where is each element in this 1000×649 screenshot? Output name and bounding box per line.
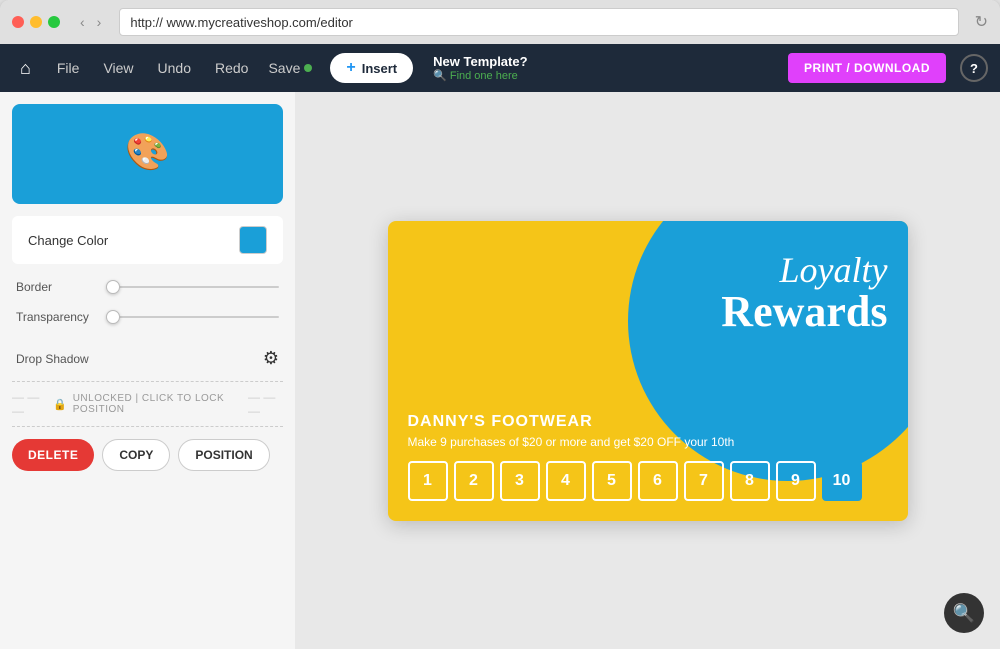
delete-button[interactable]: DELETE — [12, 439, 94, 471]
position-button[interactable]: POSITION — [178, 439, 269, 471]
traffic-lights — [12, 16, 60, 28]
transparency-label: Transparency — [16, 310, 96, 324]
browser-chrome: ‹ › http:// www.mycreativeshop.com/edito… — [0, 0, 1000, 649]
stamp-box-4: 4 — [546, 461, 586, 501]
stamp-box-10: 10 — [822, 461, 862, 501]
color-section-header: 🎨 — [12, 104, 283, 204]
transparency-slider-row: Transparency — [16, 310, 279, 324]
home-button[interactable]: ⌂ — [12, 54, 39, 83]
stamp-box-9: 9 — [776, 461, 816, 501]
insert-label: Insert — [362, 61, 397, 76]
back-button[interactable]: ‹ — [76, 12, 89, 32]
lock-dash-left: — — — — [12, 390, 47, 418]
insert-plus-icon: + — [346, 59, 355, 77]
browser-titlebar: ‹ › http:// www.mycreativeshop.com/edito… — [0, 0, 1000, 44]
lock-row[interactable]: — — — 🔒 UNLOCKED | CLICK TO LOCK POSITIO… — [12, 381, 283, 427]
new-template-section: New Template? 🔍 Find one here — [433, 54, 527, 82]
drop-shadow-label: Drop Shadow — [16, 352, 89, 366]
business-name: DANNY'S FOOTWEAR — [408, 413, 888, 431]
nav-arrows: ‹ › — [76, 12, 105, 32]
stamp-box-8: 8 — [730, 461, 770, 501]
zoom-button[interactable]: 🔍 — [944, 593, 984, 633]
minimize-button[interactable] — [30, 16, 42, 28]
sliders-section: Border Transparency — [0, 276, 295, 344]
reload-button[interactable]: ↻ — [975, 12, 988, 32]
drop-shadow-row: Drop Shadow ⚙ — [0, 344, 295, 381]
stamp-box-5: 5 — [592, 461, 632, 501]
search-icon: 🔍 — [433, 69, 447, 82]
save-button[interactable]: Save — [262, 56, 318, 80]
card-title-overlay: Loyalty Rewards — [721, 251, 887, 335]
insert-button[interactable]: + Insert — [330, 53, 413, 83]
find-template-link[interactable]: 🔍 Find one here — [433, 69, 527, 82]
border-slider-thumb[interactable] — [106, 280, 120, 294]
card-bottom: DANNY'S FOOTWEAR Make 9 purchases of $20… — [408, 413, 888, 501]
stamp-box-6: 6 — [638, 461, 678, 501]
border-label: Border — [16, 280, 96, 294]
lock-icon: 🔒 — [53, 398, 67, 411]
address-bar[interactable]: http:// www.mycreativeshop.com/editor — [119, 8, 958, 36]
maximize-button[interactable] — [48, 16, 60, 28]
transparency-slider-thumb[interactable] — [106, 310, 120, 324]
find-template-label: Find one here — [450, 70, 518, 82]
stamp-box-2: 2 — [454, 461, 494, 501]
save-label: Save — [268, 60, 300, 76]
lock-text: UNLOCKED | CLICK TO LOCK POSITION — [73, 393, 242, 415]
change-color-row: Change Color — [12, 216, 283, 264]
action-buttons: DELETE COPY POSITION — [0, 439, 295, 471]
print-download-button[interactable]: PRINT / DOWNLOAD — [788, 53, 946, 83]
border-slider-row: Border — [16, 280, 279, 294]
url-text: http:// www.mycreativeshop.com/editor — [130, 15, 353, 30]
loyalty-card[interactable]: Loyalty Rewards DANNY'S FOOTWEAR Make 9 … — [388, 221, 908, 521]
close-button[interactable] — [12, 16, 24, 28]
file-menu-button[interactable]: File — [47, 56, 90, 80]
view-menu-button[interactable]: View — [93, 56, 143, 80]
shadow-settings-icon[interactable]: ⚙ — [263, 348, 279, 369]
border-slider-track — [106, 286, 279, 288]
color-swatch[interactable] — [239, 226, 267, 254]
copy-button[interactable]: COPY — [102, 439, 170, 471]
forward-button[interactable]: › — [93, 12, 106, 32]
left-panel: 🎨 Change Color Border Transparency — [0, 92, 295, 649]
palette-icon: 🎨 — [125, 131, 170, 173]
transparency-slider-track — [106, 316, 279, 318]
loyalty-text: Loyalty — [721, 251, 887, 291]
rewards-text: Rewards — [721, 290, 887, 334]
stamp-box-7: 7 — [684, 461, 724, 501]
change-color-label: Change Color — [28, 233, 108, 248]
business-desc: Make 9 purchases of $20 or more and get … — [408, 435, 888, 449]
zoom-icon: 🔍 — [953, 603, 975, 624]
help-button[interactable]: ? — [960, 54, 988, 82]
lock-dash-right: — — — — [248, 390, 283, 418]
stamp-row: 12345678910 — [408, 461, 888, 501]
new-template-title: New Template? — [433, 54, 527, 69]
redo-button[interactable]: Redo — [205, 56, 258, 80]
stamp-box-1: 1 — [408, 461, 448, 501]
stamp-box-3: 3 — [500, 461, 540, 501]
app-toolbar: ⌂ File View Undo Redo Save + Insert New … — [0, 44, 1000, 92]
canvas-area: Loyalty Rewards DANNY'S FOOTWEAR Make 9 … — [295, 92, 1000, 649]
save-indicator — [304, 64, 312, 72]
main-content: 🎨 Change Color Border Transparency — [0, 92, 1000, 649]
undo-button[interactable]: Undo — [148, 56, 201, 80]
